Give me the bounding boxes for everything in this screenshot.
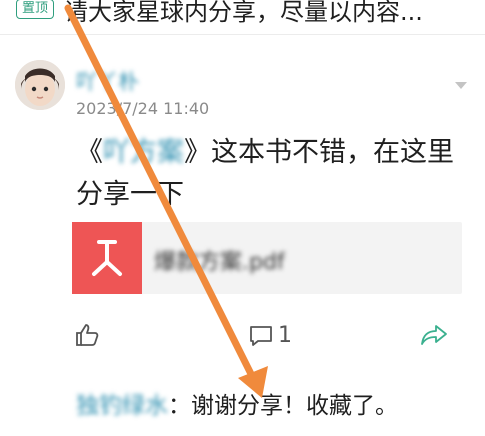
thumbs-up-icon[interactable] bbox=[74, 322, 100, 352]
attachment-card[interactable]: 爆款方案.pdf bbox=[72, 222, 462, 294]
action-bar: 1 bbox=[0, 320, 485, 360]
avatar-image bbox=[15, 60, 65, 110]
post-text: 《吖方案》这本书不错，在这里分享一下 bbox=[76, 132, 471, 216]
book-title-link[interactable]: 吖方案 bbox=[103, 137, 184, 168]
reply-separator: ： bbox=[168, 393, 191, 419]
divider bbox=[0, 34, 485, 35]
post-timestamp: 2023/7/24 11:40 bbox=[76, 99, 210, 118]
reply-comment[interactable]: 独钓绿水：谢谢分享！收藏了。 bbox=[76, 386, 398, 420]
author-name[interactable]: 吖丫朴 bbox=[76, 66, 139, 96]
attachment-filename[interactable]: 爆款方案.pdf bbox=[154, 244, 285, 276]
comment-count[interactable]: 1 bbox=[278, 323, 292, 348]
pinned-badge: 置顶 bbox=[16, 0, 55, 19]
annotation-arrow bbox=[64, 4, 268, 398]
share-icon[interactable] bbox=[420, 323, 448, 351]
avatar[interactable] bbox=[15, 60, 65, 110]
reply-text: 谢谢分享！收藏了。 bbox=[191, 393, 398, 419]
chevron-down-icon[interactable] bbox=[455, 82, 467, 89]
pinned-post-text[interactable]: 请大家星球内分享，尽量以内容... bbox=[64, 0, 423, 27]
reply-user[interactable]: 独钓绿水 bbox=[76, 393, 168, 419]
pdf-icon bbox=[72, 222, 142, 294]
comment-icon[interactable] bbox=[248, 324, 274, 352]
pinned-post-row[interactable]: 置顶 请大家星球内分享，尽量以内容... bbox=[16, 0, 476, 27]
book-quote-open: 《 bbox=[76, 137, 103, 168]
